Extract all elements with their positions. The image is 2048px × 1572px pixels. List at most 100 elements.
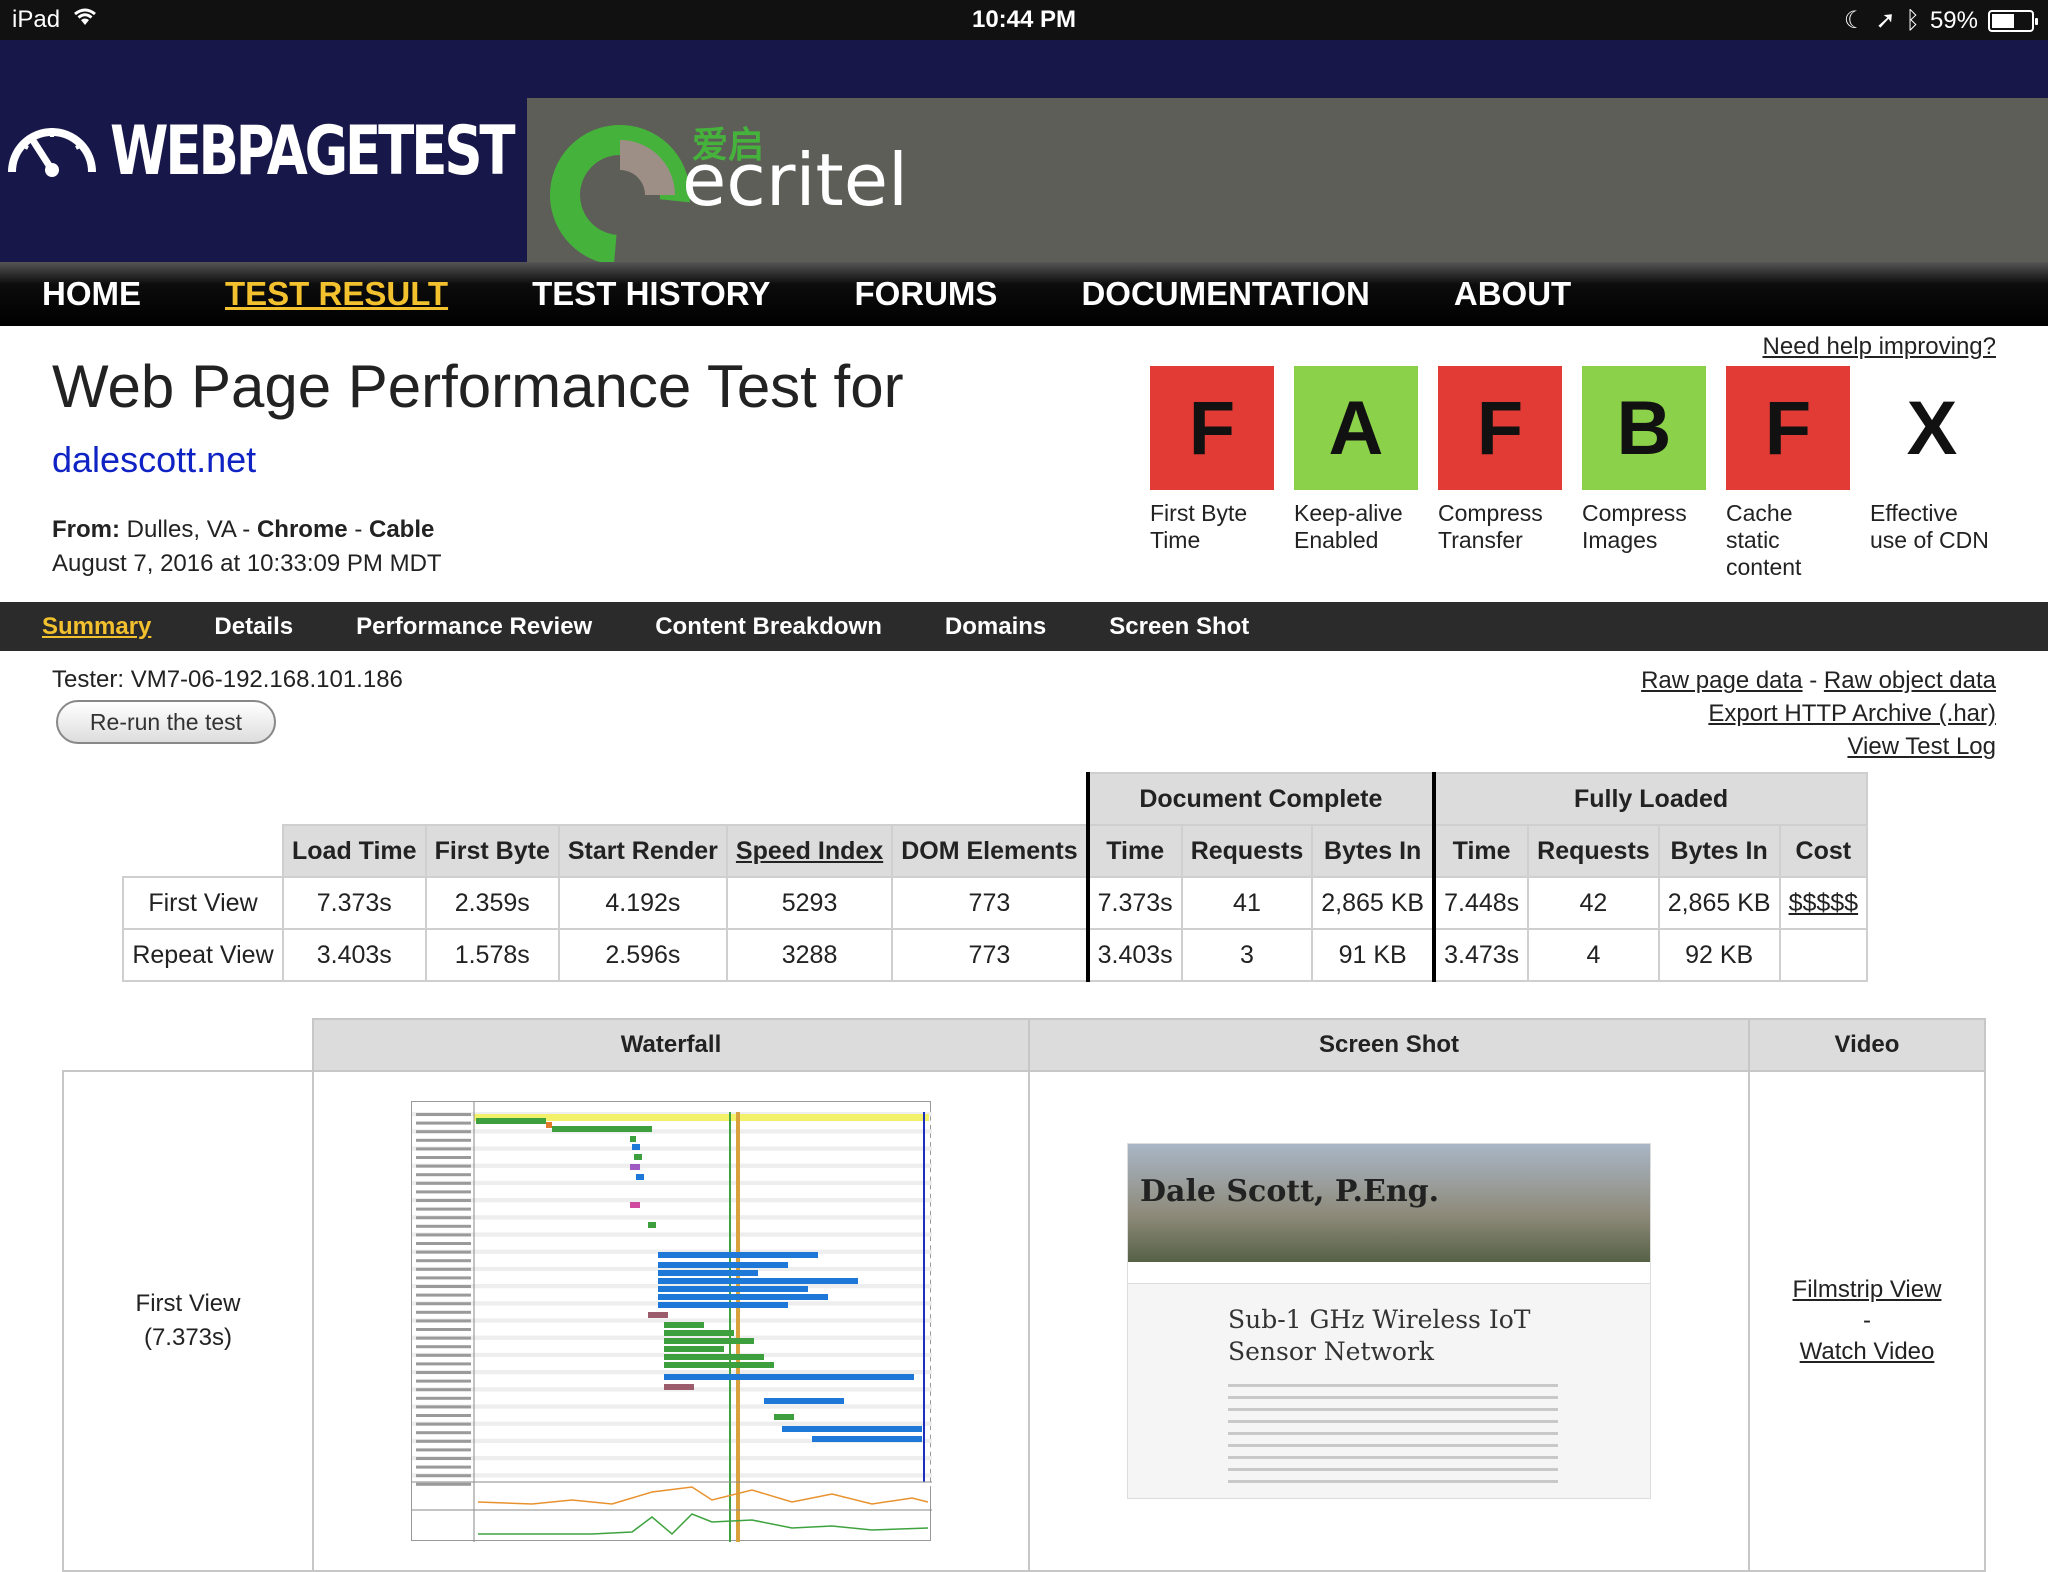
waterfall-request-bar <box>782 1426 922 1432</box>
nav-test-result[interactable]: TEST RESULT <box>225 275 448 313</box>
waterfall-row-stripe <box>412 1189 932 1194</box>
raw-object-data-link[interactable]: Raw object data <box>1824 667 1996 694</box>
first-view-row: First View (7.373s) Dale Scott, P.Eng. S… <box>62 1070 1986 1572</box>
nav-documentation[interactable]: DOCUMENTATION <box>1081 275 1369 313</box>
waterfall-row-stripe <box>412 1395 932 1401</box>
waterfall-request-bar <box>630 1136 636 1142</box>
from-separator: - <box>354 516 363 543</box>
filmstrip-view-link[interactable]: Filmstrip View <box>1750 1273 1984 1307</box>
waterfall-request-bar <box>658 1278 858 1284</box>
col-speed-index[interactable]: Speed Index <box>725 824 894 878</box>
nav-home[interactable]: HOME <box>42 275 141 313</box>
col-dom-elements: DOM Elements <box>891 824 1089 878</box>
waterfall-thumbnail[interactable] <box>411 1101 932 1542</box>
group-fully-loaded: Fully Loaded <box>1432 772 1869 826</box>
status-time: 10:44 PM <box>971 6 1077 33</box>
grade-cache-static[interactable]: F Cache static content <box>1726 366 1850 581</box>
waterfall-row-label <box>416 1388 471 1392</box>
speed-index-link[interactable]: Speed Index <box>736 837 883 865</box>
waterfall-row-label <box>416 1276 471 1280</box>
waterfall-row-stripe <box>412 1146 932 1151</box>
ecritel-ad-banner[interactable]: 爱启 ecritel <box>527 98 2048 286</box>
cost-link[interactable]: $$$$$ <box>1789 889 1859 917</box>
table-cell: 2.359s <box>424 876 560 930</box>
waterfall-request-bar <box>664 1362 774 1368</box>
waterfall-row-stripe <box>412 1258 932 1263</box>
waterfall-row-label <box>416 1336 471 1340</box>
waterfall-row-label <box>416 1371 471 1374</box>
waterfall-row-stripe <box>412 1172 932 1177</box>
col-load-time: Load Time <box>282 824 427 878</box>
watch-video-link[interactable]: Watch Video <box>1750 1335 1984 1369</box>
speedometer-icon <box>4 114 100 189</box>
waterfall-row-label <box>416 1173 471 1177</box>
screenshot-cell[interactable]: Dale Scott, P.Eng. Sub-1 GHz Wireless Io… <box>1028 1070 1750 1572</box>
nav-test-history[interactable]: TEST HISTORY <box>532 275 770 313</box>
site-header: WEBPAGETEST 爱启 ecritel <box>0 40 2048 286</box>
grade-letter: F <box>1726 366 1850 490</box>
waterfall-row-stripe <box>412 1464 932 1469</box>
grade-letter: F <box>1438 366 1562 490</box>
waterfall-request-bar <box>658 1262 788 1268</box>
row-label: Repeat View <box>122 928 284 982</box>
raw-page-data-link[interactable]: Raw page data <box>1641 667 1802 694</box>
tested-url-link[interactable]: dalescott.net <box>52 439 904 481</box>
tab-performance-review[interactable]: Performance Review <box>356 613 592 641</box>
waterfall-row-label <box>416 1422 471 1426</box>
waterfall-request-bar <box>648 1222 656 1228</box>
tab-domains[interactable]: Domains <box>945 613 1046 641</box>
table-cell: 4 <box>1527 928 1660 982</box>
waterfall-row-stripe <box>412 1309 932 1315</box>
post-title-line-1: Sub-1 GHz Wireless IoT <box>1228 1305 1531 1334</box>
tab-details[interactable]: Details <box>214 613 293 641</box>
col-doc-time: Time <box>1085 824 1183 878</box>
table-cell: 7.373s <box>282 876 427 930</box>
table-row: Repeat View 3.403s 1.578s 2.596s 3288 77… <box>122 928 1869 982</box>
waterfall-row-label <box>416 1353 471 1357</box>
waterfall-row-stripe <box>412 1198 932 1203</box>
grade-compress-images[interactable]: B Compress Images <box>1582 366 1706 581</box>
waterfall-row-label <box>416 1224 471 1228</box>
grade-keep-alive[interactable]: A Keep-alive Enabled <box>1294 366 1418 581</box>
waterfall-row-label <box>416 1465 471 1469</box>
col-start-render: Start Render <box>557 824 728 878</box>
waterfall-row-label <box>416 1379 471 1383</box>
nav-forums[interactable]: FORUMS <box>854 275 997 313</box>
table-cell: 41 <box>1180 876 1314 930</box>
waterfall-request-bar <box>658 1286 808 1292</box>
cost-cell[interactable]: $$$$$ <box>1778 876 1869 930</box>
location-arrow-icon: ➚ <box>1875 7 1896 34</box>
waterfall-row-label <box>416 1190 471 1194</box>
row-time: (7.373s) <box>143 1324 233 1351</box>
waterfall-row-label <box>416 1250 471 1254</box>
screenshot-thumbnail[interactable]: Dale Scott, P.Eng. Sub-1 GHz Wireless Io… <box>1127 1143 1651 1499</box>
view-test-log-link[interactable]: View Test Log <box>1847 733 1996 760</box>
table-cell: 3.403s <box>1085 928 1183 982</box>
grade-label: Cache static content <box>1726 500 1802 580</box>
nav-about[interactable]: ABOUT <box>1454 275 1571 313</box>
column-header-row: Load Time First Byte Start Render Speed … <box>123 824 1869 878</box>
waterfall-cell[interactable] <box>312 1070 1030 1572</box>
waterfall-row-label <box>416 1121 471 1125</box>
waterfall-row-stripe <box>412 1137 932 1143</box>
tab-content-breakdown[interactable]: Content Breakdown <box>655 613 882 641</box>
screenshot-header: Screen Shot <box>1028 1018 1750 1072</box>
waterfall-row-label <box>416 1199 471 1202</box>
grade-cdn[interactable]: X Effective use of CDN <box>1870 366 1994 581</box>
waterfall-request-bar <box>476 1118 546 1124</box>
grade-letter: X <box>1906 385 1958 471</box>
grade-compress-transfer[interactable]: F Compress Transfer <box>1438 366 1562 581</box>
table-cell: 5293 <box>725 876 894 930</box>
tab-screen-shot[interactable]: Screen Shot <box>1109 613 1249 641</box>
export-har-link[interactable]: Export HTTP Archive (.har) <box>1708 700 1996 727</box>
help-improving-link[interactable]: Need help improving? <box>1763 333 1996 361</box>
waterfall-row-label <box>416 1457 471 1460</box>
grade-label: First Byte Time <box>1150 500 1248 553</box>
tab-summary[interactable]: Summary <box>42 613 151 641</box>
rerun-test-button[interactable]: Re-run the test <box>56 700 276 744</box>
bluetooth-icon: ᛒ <box>1905 6 1920 34</box>
waterfall-row-stripe <box>412 1456 932 1461</box>
waterfall-request-bar <box>632 1144 640 1150</box>
grade-first-byte[interactable]: F First Byte Time <box>1150 366 1274 581</box>
waterfall-row-label <box>416 1130 471 1134</box>
